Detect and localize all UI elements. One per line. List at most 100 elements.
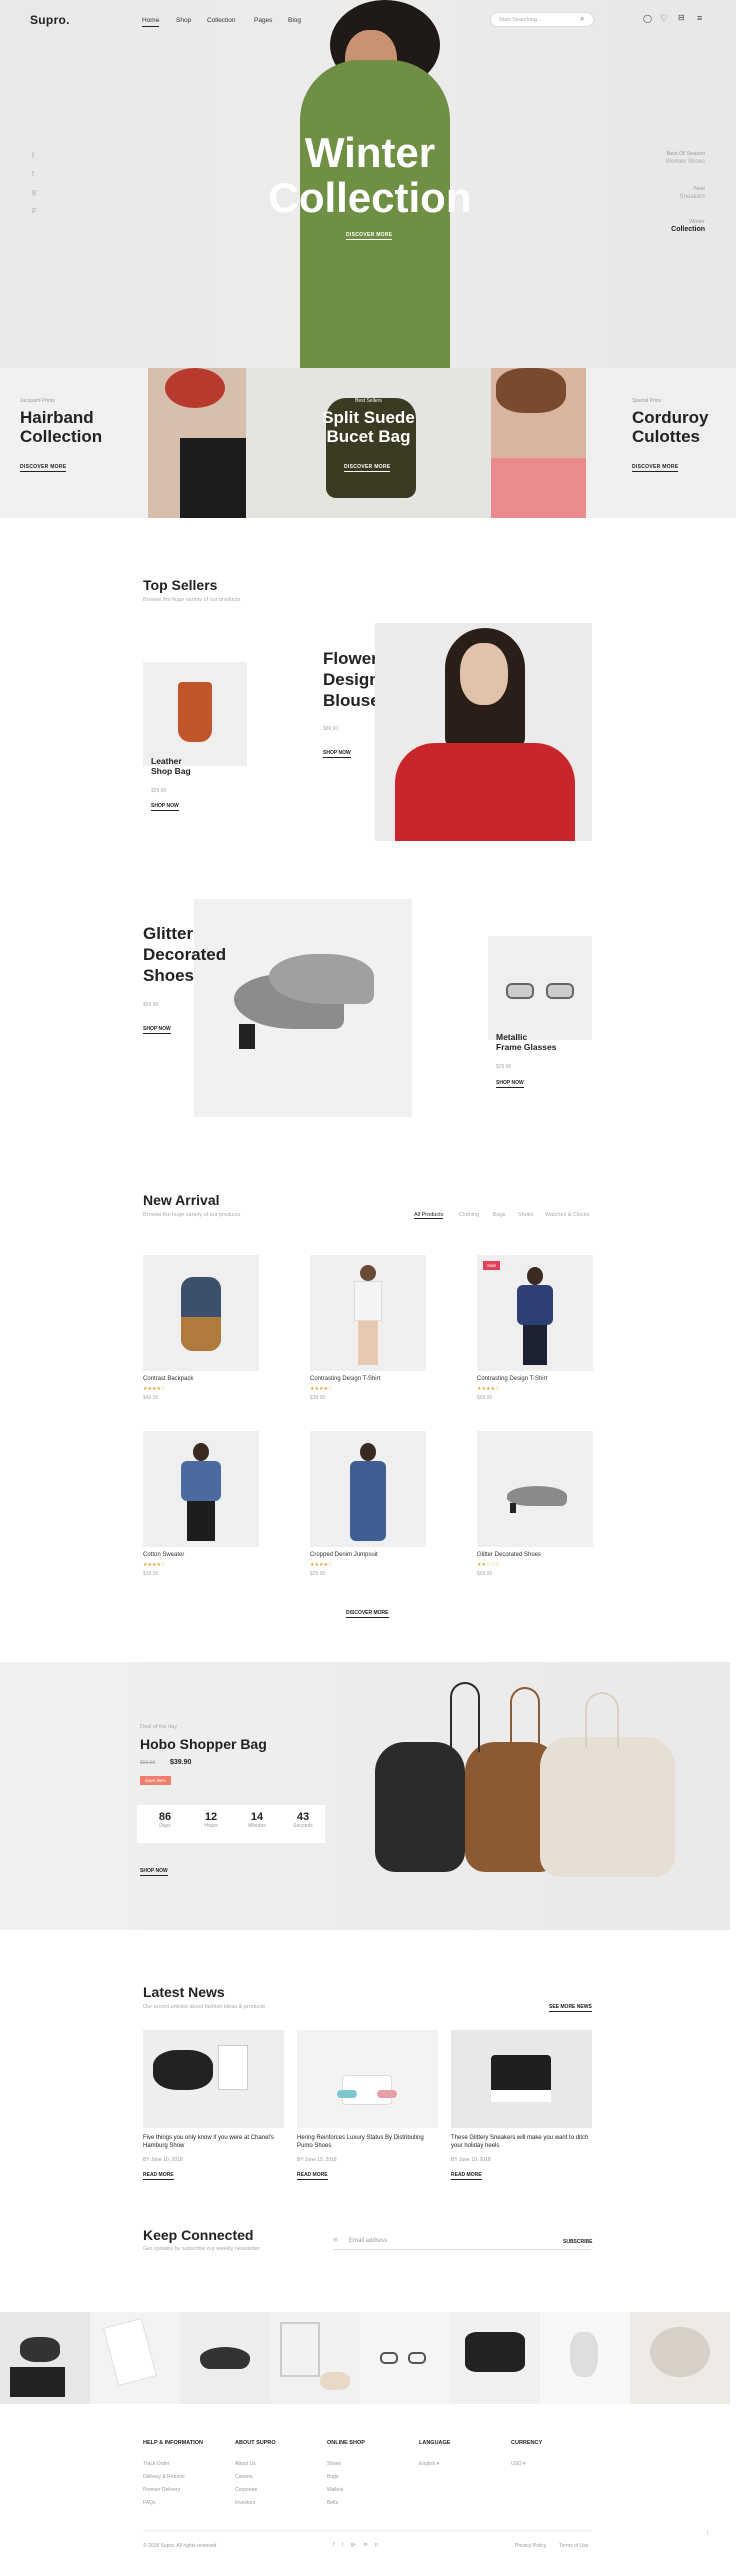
instagram-photo[interactable] — [0, 2312, 90, 2404]
product-image[interactable]: Sale — [477, 1255, 593, 1371]
news-post-title[interactable]: These Glittery Sneakers will make you wa… — [451, 2134, 592, 2150]
hero-discover-link[interactable]: DISCOVER MORE — [346, 232, 393, 240]
menu-icon[interactable]: ≡ — [697, 13, 702, 23]
news-image[interactable] — [143, 2030, 284, 2128]
logo[interactable]: Supro. — [30, 13, 70, 27]
footer-link[interactable]: Wallets — [327, 2484, 343, 2497]
instagram-photo[interactable] — [630, 2312, 730, 2404]
filter-shoes[interactable]: Shoes — [518, 1212, 534, 1218]
nav-shop[interactable]: Shop — [176, 17, 191, 24]
cart-icon[interactable]: ⊟ — [678, 13, 685, 22]
glitter-shoes-shop-link[interactable]: SHOP NOW — [143, 1026, 171, 1034]
leather-bag-shop-link[interactable]: SHOP NOW — [151, 803, 179, 811]
google-plus-icon[interactable]: g+ — [351, 2542, 357, 2548]
news-image[interactable] — [297, 2030, 438, 2128]
search-input[interactable]: Start Searching... — [490, 12, 594, 27]
nav-blog[interactable]: Blog — [288, 17, 301, 24]
product-name[interactable]: Glitter Decorated Shoes — [477, 1552, 541, 1558]
news-post-title[interactable]: Five things you only know if you were at… — [143, 2134, 284, 2150]
footer-link[interactable]: Investors — [235, 2497, 257, 2510]
instagram-photo[interactable] — [90, 2312, 180, 2404]
news-image[interactable] — [451, 2030, 592, 2128]
product-image[interactable] — [143, 1255, 259, 1371]
google-plus-icon[interactable]: g — [32, 184, 36, 202]
wishlist-icon[interactable]: ♡ — [660, 13, 668, 24]
facebook-icon[interactable]: f — [32, 148, 36, 166]
instagram-photo[interactable] — [540, 2312, 630, 2404]
user-icon[interactable]: ◯ — [643, 14, 652, 23]
blouse-shop-link[interactable]: SHOP NOW — [323, 750, 351, 758]
banner-bag[interactable]: Best Sellers Split Suede Bucet Bag DISCOV… — [246, 368, 491, 518]
privacy-link[interactable]: Privacy Policy — [515, 2543, 546, 2549]
filter-clothing[interactable]: Clothing — [459, 1212, 479, 1218]
banner-link[interactable]: DISCOVER MORE — [632, 464, 679, 472]
footer-link[interactable]: FAQs — [143, 2497, 185, 2510]
twitter-icon[interactable]: t — [32, 166, 36, 184]
see-more-news-link[interactable]: SEE MORE NEWS — [549, 2004, 592, 2012]
product-name[interactable]: Cropped Denim Jumpsuit — [310, 1552, 378, 1558]
footer-link[interactable]: Shoes — [327, 2458, 343, 2471]
instagram-photo[interactable] — [180, 2312, 270, 2404]
leather-bag-image[interactable] — [143, 662, 247, 766]
filter-all[interactable]: All Products — [414, 1212, 444, 1219]
hero-side-3[interactable]: Winter Collection — [620, 218, 705, 234]
footer-link[interactable]: Track Order — [143, 2458, 185, 2471]
product-name[interactable]: Contrasting Design T-Shirt — [477, 1376, 547, 1382]
banner-link[interactable]: DISCOVER MORE — [344, 464, 391, 472]
face-shape — [460, 643, 508, 705]
product-price: $19.90 — [143, 1571, 159, 1577]
pinterest-icon[interactable]: p — [32, 202, 36, 220]
glitter-shoes-image[interactable] — [194, 899, 412, 1117]
footer-link[interactable]: Premier Delivery — [143, 2484, 185, 2497]
news-post-title[interactable]: Hering Reinforces Luxury Status By Distr… — [297, 2134, 438, 2150]
nav-home[interactable]: Home — [142, 17, 160, 27]
banner-culottes[interactable]: Special Price Corduroy Culottes DISCOVER … — [491, 368, 736, 518]
search-icon[interactable]: ⌕ — [580, 14, 584, 24]
banner-link[interactable]: DISCOVER MORE — [20, 464, 67, 472]
hero-side-1[interactable]: Best Of Season Women Shoes — [620, 150, 705, 166]
blouse-image[interactable] — [375, 623, 592, 841]
footer-link[interactable]: About Us — [235, 2458, 257, 2471]
news-read-more[interactable]: READ MORE — [451, 2172, 482, 2180]
twitter-icon[interactable]: t — [342, 2542, 343, 2548]
product-image[interactable] — [310, 1255, 426, 1371]
linkedin-icon[interactable]: in — [364, 2542, 368, 2548]
footer-link[interactable]: Bags — [327, 2471, 343, 2484]
back-to-top-icon[interactable]: ↑ — [706, 2530, 710, 2537]
subscribe-button[interactable]: SUBSCRIBE — [563, 2239, 592, 2245]
currency-select[interactable]: USD ▾ — [511, 2458, 525, 2471]
product-image[interactable] — [143, 1431, 259, 1547]
product-name[interactable]: Cotton Sweater — [143, 1552, 184, 1558]
nav-collection[interactable]: Collection — [207, 17, 236, 24]
product-image[interactable] — [477, 1431, 593, 1547]
news-read-more[interactable]: READ MORE — [297, 2172, 328, 2180]
filter-watches[interactable]: Watches & Clocks — [545, 1212, 589, 1218]
footer-link[interactable]: Delivery & Returns — [143, 2471, 185, 2484]
nav-pages[interactable]: Pages — [254, 17, 272, 24]
filter-bags[interactable]: Bags — [493, 1212, 506, 1218]
footer-link[interactable]: Belts — [327, 2497, 343, 2510]
product-name[interactable]: Contrast Backpack — [143, 1376, 193, 1382]
deal-old-price: $59.90 — [140, 1760, 156, 1766]
new-arrival-discover-link[interactable]: DISCOVER MORE — [346, 1610, 389, 1618]
product-image[interactable] — [310, 1431, 426, 1547]
facebook-icon[interactable]: f — [333, 2542, 334, 2548]
copyright: © 2018 Supro. All rights reserved — [143, 2543, 217, 2549]
footer-link[interactable]: Careers — [235, 2471, 257, 2484]
language-select[interactable]: English ▾ — [419, 2458, 439, 2471]
hero-side-2[interactable]: New Sneakers — [620, 185, 705, 201]
news-read-more[interactable]: READ MORE — [143, 2172, 174, 2180]
newsletter-email-input[interactable]: Email address ✉ SUBSCRIBE — [333, 2236, 592, 2250]
footer-link[interactable]: Corporate — [235, 2484, 257, 2497]
product-name[interactable]: Contrasting Design T-Shirt — [310, 1376, 380, 1382]
glasses-image[interactable] — [488, 936, 592, 1040]
banner-hairband[interactable]: Jacquard Prints Hairband Collection DISCO… — [0, 368, 246, 518]
instagram-photo[interactable] — [450, 2312, 540, 2404]
instagram-photo[interactable] — [270, 2312, 360, 2404]
glasses-shop-link[interactable]: SHOP NOW — [496, 1080, 524, 1088]
terms-link[interactable]: Terms of Use — [559, 2543, 588, 2549]
pinterest-icon[interactable]: p — [375, 2542, 378, 2548]
heel-shape — [510, 1503, 516, 1513]
deal-shop-link[interactable]: SHOP NOW — [140, 1868, 168, 1876]
instagram-photo[interactable] — [360, 2312, 450, 2404]
